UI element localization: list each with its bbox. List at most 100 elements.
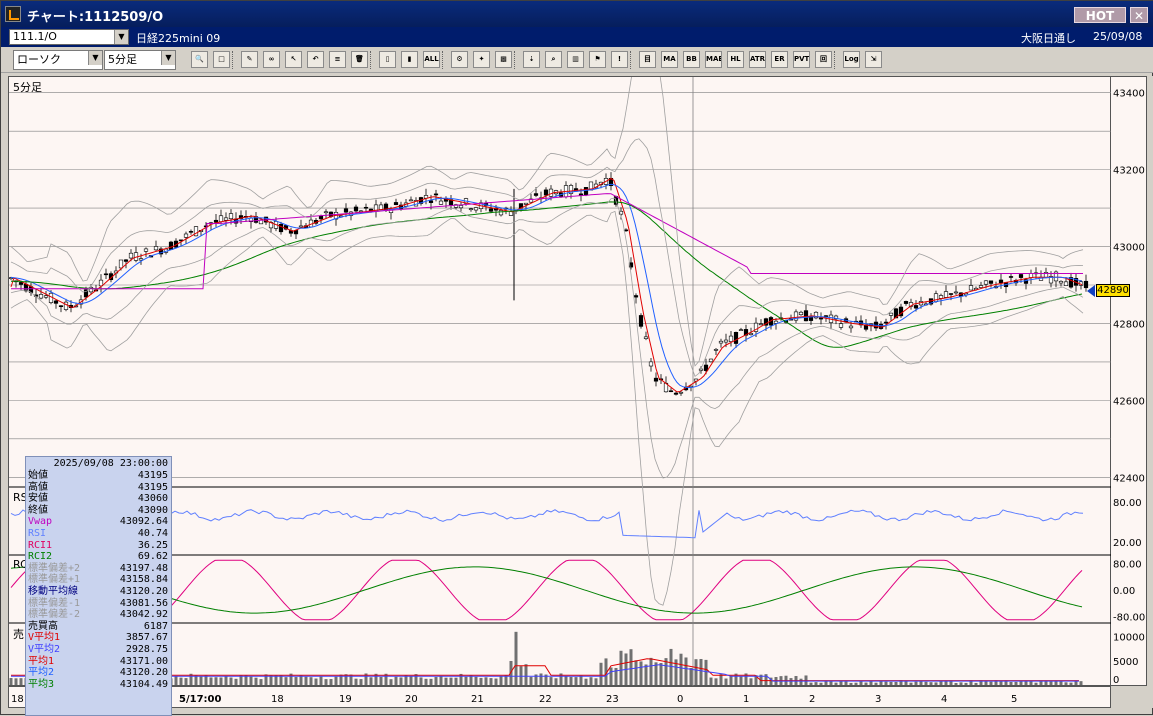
close-button[interactable]: ✕: [1130, 7, 1148, 23]
candle-body: [883, 321, 889, 324]
candle-body: [713, 349, 719, 351]
chevron-down-icon[interactable]: ▼: [88, 51, 102, 65]
candle-body: [213, 219, 219, 223]
data-window-row: 平均3 43104.49: [26, 679, 171, 691]
export-button[interactable]: ⇲: [865, 51, 882, 68]
data-window-value: 69.62: [137, 551, 168, 563]
candle-body: [678, 391, 684, 394]
volume-bar: [724, 678, 728, 685]
volume-bar: [314, 678, 318, 685]
log-button[interactable]: Log: [843, 51, 860, 68]
wrench-button[interactable]: ✦: [473, 51, 490, 68]
y-axis-canvas: 43400 43200 43000 42800 42600 42400 80.00 20.00…: [1113, 89, 1145, 686]
rci-tick-label: 0.00: [1113, 586, 1135, 597]
candle-body: [653, 377, 659, 382]
volume-bar: [964, 682, 968, 685]
volume-bar: [704, 659, 708, 685]
settings-button[interactable]: ⚙: [451, 51, 468, 68]
link-button[interactable]: ∞: [263, 51, 280, 68]
candle-body: [58, 305, 64, 307]
search-button[interactable]: ⌕: [545, 51, 562, 68]
candle-body: [578, 193, 584, 196]
price-tick-label: 42400: [1113, 473, 1145, 484]
all-button[interactable]: ALL: [423, 51, 440, 68]
current-price-marker: [1087, 285, 1095, 297]
volume-bar: [394, 676, 398, 685]
ma-button[interactable]: MA: [661, 51, 678, 68]
volume-bar: [449, 677, 453, 685]
candle-body: [1058, 280, 1064, 284]
hot-button[interactable]: HOT: [1074, 7, 1126, 23]
chevron-down-icon[interactable]: ▼: [161, 51, 175, 65]
volume-bar: [214, 677, 218, 685]
data-window-row: V平均1 3857.67: [26, 632, 171, 644]
candle-body: [938, 295, 944, 299]
env-button[interactable]: ER: [771, 51, 788, 68]
volume-bar: [399, 677, 403, 685]
volume-bar: [844, 681, 848, 685]
data-window-datetime: 2025/09/08 23:00:00: [53, 458, 168, 469]
volume-bar: [939, 681, 943, 685]
pvt-button[interactable]: PVT: [793, 51, 810, 68]
data-window-value: 43090: [137, 504, 168, 516]
volume-tick-label: 5000: [1113, 657, 1138, 668]
symbol-select[interactable]: 111.1/O ▼: [9, 29, 129, 45]
data-window-row: 終値 43090: [26, 505, 171, 517]
volume-bar: [649, 657, 653, 685]
volume-bar: [629, 649, 633, 685]
candle-body: [223, 217, 229, 221]
data-window-label: 安値: [28, 493, 48, 505]
import-button[interactable]: ⇣: [523, 51, 540, 68]
trash-button[interactable]: 🗑: [351, 51, 368, 68]
blank-button[interactable]: !: [611, 51, 628, 68]
volume-button[interactable]: ▥: [567, 51, 584, 68]
ma3-line: [10, 201, 1083, 348]
volume-bar: [409, 676, 413, 685]
candle-body: [758, 323, 764, 326]
hl-button[interactable]: HL: [727, 51, 744, 68]
zoom-button[interactable]: 🔍: [191, 51, 208, 68]
candle-body: [428, 200, 434, 203]
flag-button[interactable]: ⚑: [589, 51, 606, 68]
data-window-label: V平均2: [28, 643, 61, 655]
chart-style-select[interactable]: ローソク ▼: [13, 50, 103, 70]
volume-bar: [274, 675, 278, 685]
volume-bar: [424, 678, 428, 685]
mae-button[interactable]: MAE: [705, 51, 722, 68]
volume-bar: [619, 650, 623, 685]
notes-button[interactable]: ≡: [329, 51, 346, 68]
market-date: 25/09/08: [1093, 30, 1143, 43]
volume-bar: [1054, 681, 1058, 685]
data-window-label: 標準偏差-1: [28, 597, 81, 609]
scrollbar[interactable]: [1147, 76, 1153, 708]
ichimoku-button[interactable]: 目: [639, 51, 656, 68]
bars-button[interactable]: ▮: [401, 51, 418, 68]
data-window-label: 始値: [28, 470, 48, 481]
volume-bar: [819, 682, 823, 685]
atr-button[interactable]: ATR: [749, 51, 766, 68]
bb-button[interactable]: BB: [683, 51, 700, 68]
volume-bar: [854, 682, 858, 685]
volume-bar: [959, 682, 963, 685]
toolbar-separator: [630, 51, 632, 69]
interval-select[interactable]: 5分足 ▼: [104, 50, 176, 70]
candle-body: [738, 329, 744, 331]
volume-panel-label: 売: [13, 628, 24, 641]
undo-button[interactable]: ↶: [307, 51, 324, 68]
chart-area[interactable]: [8, 17, 1112, 687]
box-button[interactable]: 回: [815, 51, 832, 68]
chevron-down-icon[interactable]: ▼: [114, 30, 128, 44]
color-button[interactable]: ▩: [495, 51, 512, 68]
candle-button[interactable]: ▯: [379, 51, 396, 68]
volume-bar: [219, 677, 223, 685]
volume-bar: [529, 676, 533, 685]
x-tick-label: 0: [677, 694, 683, 705]
window-button[interactable]: □: [213, 51, 230, 68]
data-window-row: 標準偏差-1 43081.56: [26, 598, 171, 610]
volume-bar: [404, 675, 408, 685]
candle-body: [1008, 276, 1014, 278]
chart-canvas[interactable]: [8, 17, 1112, 687]
cursor-button[interactable]: ↖: [285, 51, 302, 68]
draw-line-button[interactable]: ✎: [241, 51, 258, 68]
candle-body: [913, 305, 919, 309]
